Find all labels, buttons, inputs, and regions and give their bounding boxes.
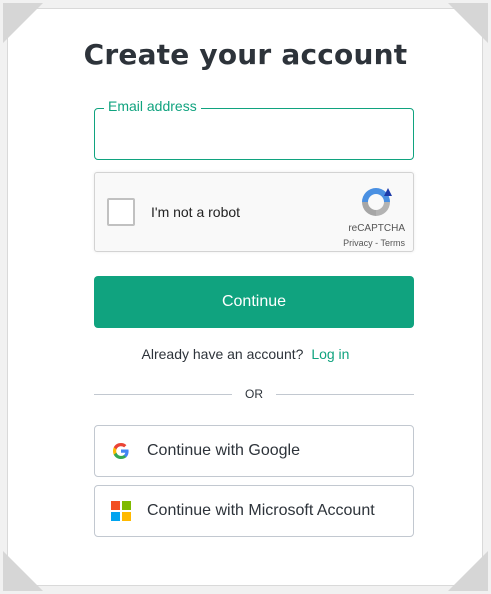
- microsoft-icon: [111, 501, 131, 521]
- login-prompt: Already have an account?: [141, 346, 304, 362]
- google-signin-button[interactable]: Continue with Google: [94, 425, 414, 477]
- google-signin-label: Continue with Google: [147, 442, 300, 459]
- recaptcha-checkbox[interactable]: [107, 198, 135, 226]
- recaptcha-logo-icon: [362, 188, 392, 216]
- recaptcha-privacy-link[interactable]: Privacy: [343, 238, 373, 248]
- divider-line-right: [276, 394, 414, 395]
- recaptcha-widget: I'm not a robot reCAPTCHA Privacy - Term…: [94, 172, 414, 252]
- google-icon: [113, 443, 129, 459]
- email-input[interactable]: [105, 123, 405, 147]
- login-row: Already have an account? Log in: [0, 346, 491, 362]
- corner-decoration: [448, 551, 488, 591]
- recaptcha-brand: reCAPTCHA: [348, 223, 405, 234]
- corner-decoration: [3, 551, 43, 591]
- login-link[interactable]: Log in: [311, 346, 349, 362]
- recaptcha-link-separator: -: [372, 238, 381, 248]
- divider-or-text: OR: [245, 387, 263, 401]
- microsoft-signin-button[interactable]: Continue with Microsoft Account: [94, 485, 414, 537]
- email-label: Email address: [104, 97, 201, 115]
- microsoft-signin-label: Continue with Microsoft Account: [147, 502, 375, 519]
- recaptcha-links: Privacy - Terms: [343, 238, 405, 248]
- page-title: Create your account: [83, 38, 408, 71]
- corner-decoration: [448, 3, 488, 43]
- recaptcha-terms-link[interactable]: Terms: [381, 238, 406, 248]
- continue-button[interactable]: Continue: [94, 276, 414, 328]
- recaptcha-label: I'm not a robot: [151, 204, 241, 220]
- corner-decoration: [3, 3, 43, 43]
- email-field[interactable]: [94, 108, 414, 160]
